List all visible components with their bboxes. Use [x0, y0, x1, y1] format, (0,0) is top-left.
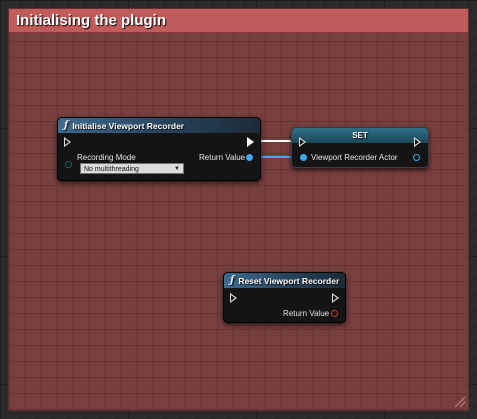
exec-out-pin[interactable] [332, 293, 339, 303]
exec-in-pin[interactable] [299, 137, 306, 147]
set-node-title: SET [292, 128, 428, 143]
viewport-recorder-actor-out-pin[interactable] [413, 154, 420, 161]
set-variable-node[interactable]: SET Viewport Recorder Actor [291, 127, 429, 168]
node-title: Initialise Viewport Recorder [72, 120, 185, 131]
function-icon: ƒ [64, 120, 69, 131]
chevron-down-icon: ▼ [174, 166, 180, 172]
viewport-recorder-actor-in-pin[interactable] [300, 154, 307, 161]
return-value-pin[interactable] [331, 310, 338, 317]
recording-mode-pin[interactable] [65, 161, 72, 168]
comment-title[interactable]: Initialising the plugin [9, 9, 468, 33]
return-value-pin[interactable] [246, 154, 253, 161]
recording-mode-label: Recording Mode [77, 153, 136, 162]
node-header[interactable]: ƒ Reset Viewport Recorder [224, 273, 345, 288]
return-value-label: Return Value [199, 153, 246, 162]
exec-out-pin[interactable] [247, 137, 254, 147]
comment-box[interactable]: Initialising the plugin [8, 8, 469, 411]
exec-in-pin[interactable] [64, 137, 71, 147]
reset-viewport-recorder-node[interactable]: ƒ Reset Viewport Recorder Return Value [223, 272, 346, 323]
node-header[interactable]: ƒ Initialise Viewport Recorder [58, 118, 260, 133]
resize-handle[interactable] [455, 397, 465, 407]
dropdown-value: No multithreading [84, 166, 139, 173]
function-icon: ƒ [230, 275, 235, 286]
return-value-label: Return Value [283, 309, 330, 318]
exec-out-pin[interactable] [414, 137, 421, 147]
initialise-viewport-recorder-node[interactable]: ƒ Initialise Viewport Recorder Recording… [57, 117, 261, 181]
node-title: Reset Viewport Recorder [238, 275, 340, 286]
recording-mode-dropdown[interactable]: No multithreading ▼ [80, 163, 184, 174]
exec-in-pin[interactable] [230, 293, 237, 303]
viewport-recorder-actor-label: Viewport Recorder Actor [311, 153, 398, 162]
